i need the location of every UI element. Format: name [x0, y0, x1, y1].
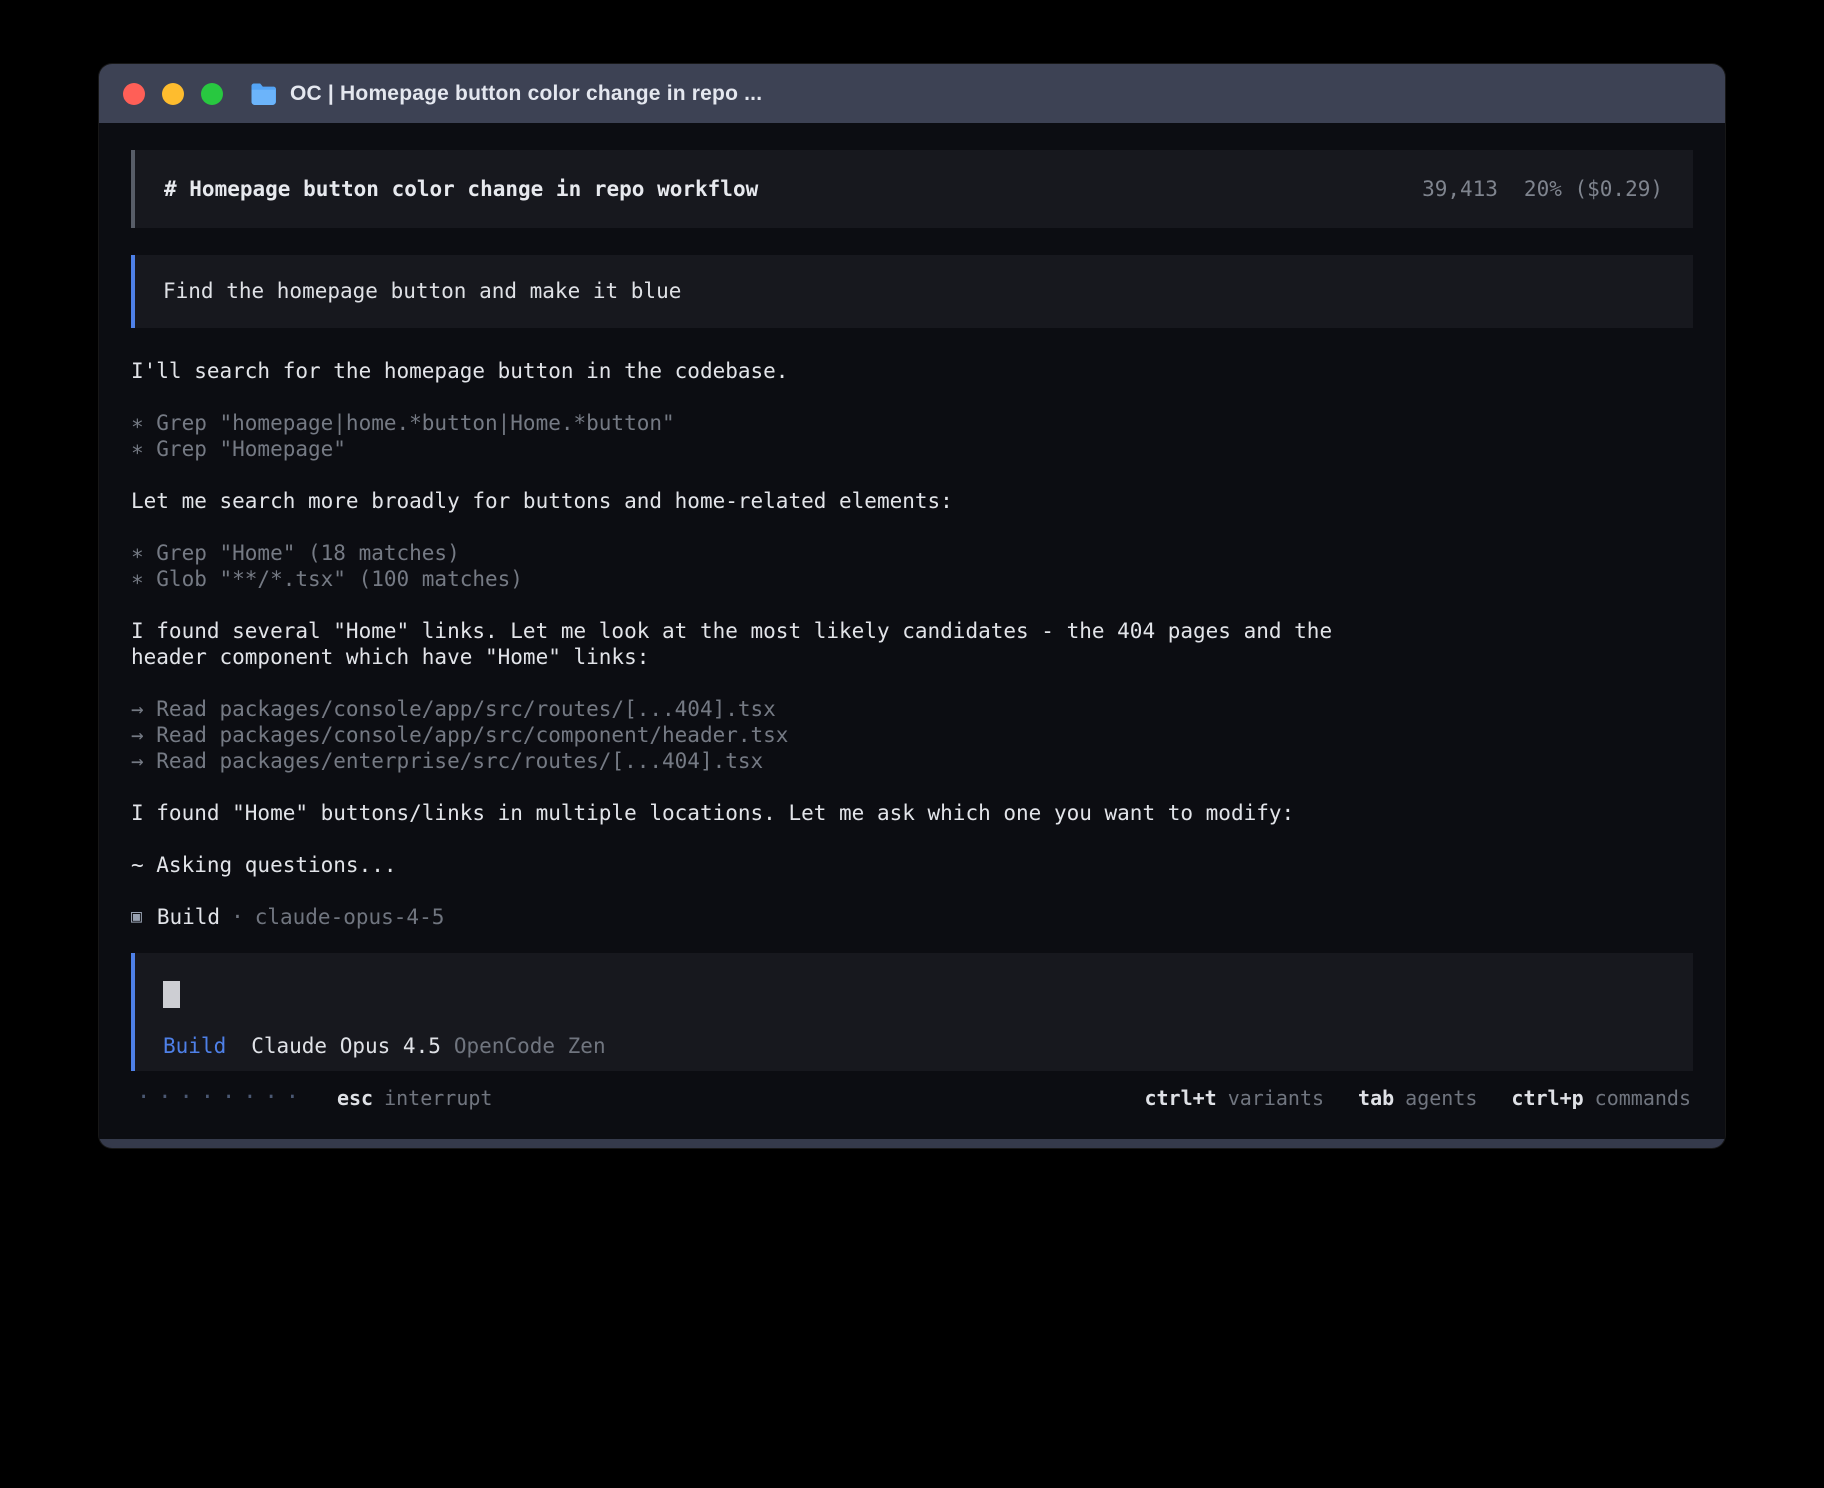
esc-key-hint: esc — [337, 1085, 373, 1111]
shortcut-variants: ctrl+t variants — [1144, 1085, 1324, 1111]
user-message: Find the homepage button and make it blu… — [131, 255, 1693, 328]
blank-line — [131, 514, 1376, 540]
agent-name: Build — [157, 904, 220, 930]
title-area: OC | Homepage button color change in rep… — [250, 82, 762, 106]
status-left: ········ esc interrupt — [137, 1085, 492, 1111]
blank-line — [131, 670, 1376, 696]
shortcut-label: commands — [1595, 1085, 1691, 1111]
token-count: 39,413 — [1422, 176, 1498, 202]
transcript: I'll search for the homepage button in t… — [131, 358, 1376, 904]
assistant-text-line: I found several "Home" links. Let me loo… — [131, 618, 1376, 670]
tool-call-line: ∗ Glob "**/*.tsx" (100 matches) — [131, 566, 1376, 592]
traffic-lights — [123, 83, 223, 105]
blank-line — [131, 878, 1376, 904]
tool-call-line: ∗ Grep "Home" (18 matches) — [131, 540, 1376, 566]
blank-line — [131, 462, 1376, 488]
status-bar: ········ esc interrupt ctrl+t variants tab… — [131, 1085, 1693, 1111]
close-button[interactable] — [123, 83, 145, 105]
agent-status-row: ▣ Build · claude-opus-4-5 — [131, 904, 1693, 930]
folder-icon — [250, 82, 277, 105]
shortcut-key: ctrl+t — [1144, 1085, 1216, 1111]
session-stats: 39,413 20% ($0.29) — [1422, 176, 1663, 202]
shortcut-label: agents — [1405, 1085, 1477, 1111]
esc-key-label: interrupt — [384, 1085, 492, 1111]
titlebar[interactable]: OC | Homepage button color change in rep… — [99, 64, 1725, 123]
agent-icon: ▣ — [131, 904, 142, 930]
tool-call-line: → Read packages/enterprise/src/routes/[.… — [131, 748, 1376, 774]
shortcut-commands: ctrl+p commands — [1511, 1085, 1691, 1111]
tool-call-line: ∗ Grep "homepage|home.*button|Home.*butt… — [131, 410, 1376, 436]
agent-separator: · — [231, 904, 244, 930]
status-shortcuts: ctrl+t variants tab agents ctrl+p commands — [1144, 1085, 1691, 1111]
session-title: # Homepage button color change in repo w… — [164, 176, 758, 202]
user-message-text: Find the homepage button and make it blu… — [163, 279, 681, 303]
spinner-dots: ········ — [137, 1085, 307, 1111]
shortcut-key: ctrl+p — [1511, 1085, 1583, 1111]
terminal-content: # Homepage button color change in repo w… — [99, 123, 1725, 1139]
blank-line — [131, 592, 1376, 618]
assistant-text-line: Let me search more broadly for buttons a… — [131, 488, 1376, 514]
provider-label: OpenCode Zen — [454, 1033, 606, 1059]
tool-call-line: ∗ Grep "Homepage" — [131, 436, 1376, 462]
terminal-window: OC | Homepage button color change in rep… — [99, 64, 1725, 1148]
context-cost: 20% ($0.29) — [1524, 176, 1663, 202]
minimize-button[interactable] — [162, 83, 184, 105]
prompt-input[interactable]: Build Claude Opus 4.5 OpenCode Zen — [131, 953, 1693, 1071]
assistant-text-line: ~ Asking questions... — [131, 852, 1376, 878]
assistant-text-line: I found "Home" buttons/links in multiple… — [131, 800, 1376, 826]
assistant-text-line: I'll search for the homepage button in t… — [131, 358, 1376, 384]
shortcut-agents: tab agents — [1358, 1085, 1477, 1111]
blank-line — [131, 384, 1376, 410]
input-meta: Build Claude Opus 4.5 OpenCode Zen — [163, 1033, 1665, 1059]
agent-model: claude-opus-4-5 — [255, 904, 445, 930]
window-title: OC | Homepage button color change in rep… — [290, 82, 762, 106]
text-cursor — [163, 981, 180, 1008]
window-bottom-edge — [99, 1139, 1725, 1148]
tool-call-line: → Read packages/console/app/src/componen… — [131, 722, 1376, 748]
agent-mode-label: Build — [163, 1033, 226, 1059]
blank-line — [131, 774, 1376, 800]
zoom-button[interactable] — [201, 83, 223, 105]
blank-line — [131, 826, 1376, 852]
tool-call-line: → Read packages/console/app/src/routes/[… — [131, 696, 1376, 722]
shortcut-key: tab — [1358, 1085, 1394, 1111]
shortcut-label: variants — [1228, 1085, 1324, 1111]
model-label: Claude Opus 4.5 — [251, 1033, 441, 1059]
session-header: # Homepage button color change in repo w… — [131, 150, 1693, 228]
